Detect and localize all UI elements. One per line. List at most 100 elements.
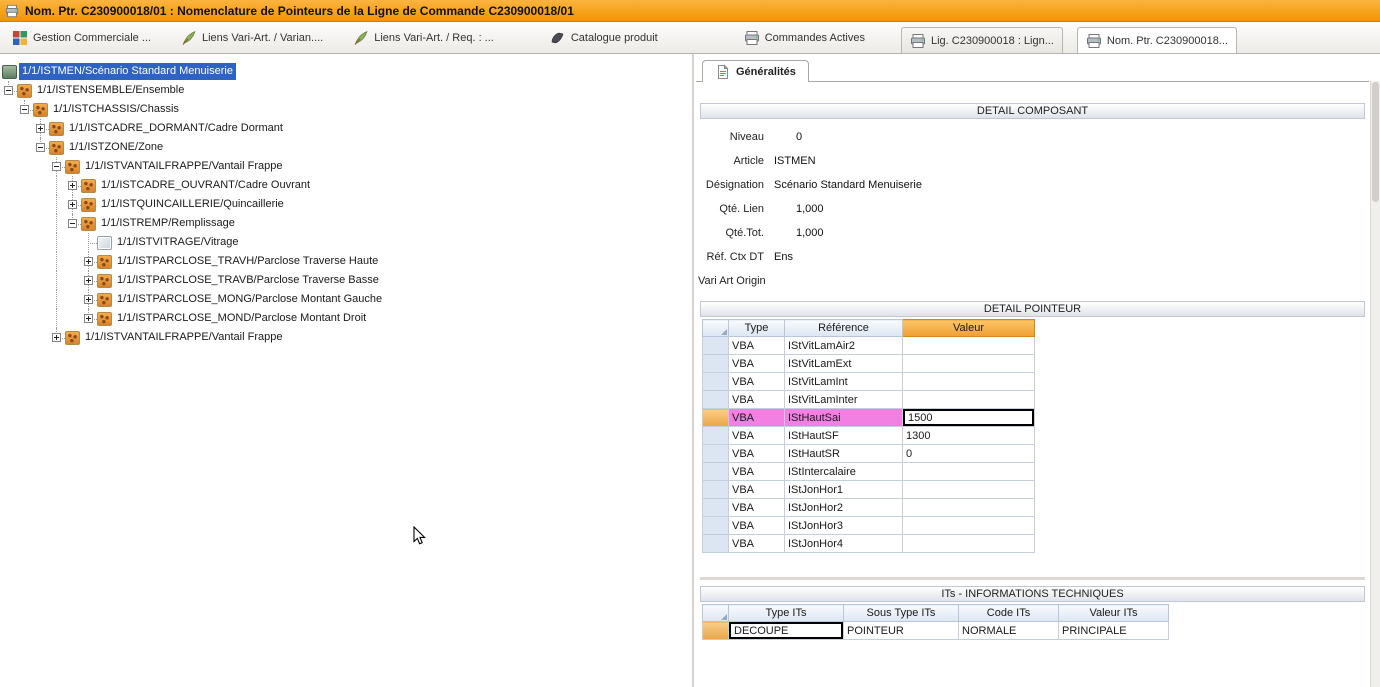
cell-type[interactable]: VBA (729, 391, 785, 409)
tree-item-label[interactable]: 1/1/ISTPARCLOSE_MOND/Parclose Montant Dr… (114, 310, 369, 327)
tree-item[interactable]: 1/1/ISTCHASSIS/Chassis (0, 100, 692, 119)
tree-item[interactable]: 1/1/ISTCADRE_DORMANT/Cadre Dormant (0, 119, 692, 138)
tree-item-label[interactable]: 1/1/ISTCADRE_OUVRANT/Cadre Ouvrant (98, 177, 313, 194)
tree-item[interactable]: 1/1/ISTVITRAGE/Vitrage (0, 233, 692, 252)
tree-item-label[interactable]: 1/1/ISTQUINCAILLERIE/Quincaillerie (98, 196, 287, 213)
collapse-icon[interactable] (4, 86, 13, 95)
row-selector[interactable] (703, 373, 729, 391)
expand-icon[interactable] (84, 295, 93, 304)
cell-reference[interactable]: IStJonHor4 (785, 535, 903, 553)
expand-icon[interactable] (36, 124, 45, 133)
cell-reference[interactable]: IStIntercalaire (785, 463, 903, 481)
row-selector[interactable] (703, 427, 729, 445)
tree-item[interactable]: 1/1/ISTZONE/Zone (0, 138, 692, 157)
its-column-header-1[interactable]: Type ITs (729, 605, 844, 622)
tree-item[interactable]: 1/1/ISTPARCLOSE_MOND/Parclose Montant Dr… (0, 309, 692, 328)
row-selector[interactable] (703, 445, 729, 463)
tree-item-label[interactable]: 1/1/ISTPARCLOSE_TRAVH/Parclose Traverse … (114, 253, 381, 270)
tree-item[interactable]: 1/1/ISTVANTAILFRAPPE/Vantail Frappe (0, 328, 692, 347)
pointer-row[interactable]: VBAIStVitLamInter (703, 391, 1035, 409)
its-cell[interactable]: DECOUPE (729, 622, 844, 640)
cell-valeur[interactable] (903, 517, 1035, 535)
its-cell[interactable]: POINTEUR (844, 622, 959, 640)
pointer-row[interactable]: VBAIStVitLamAir2 (703, 337, 1035, 355)
cell-type[interactable]: VBA (729, 481, 785, 499)
tab-1[interactable]: Gestion Commerciale ... (4, 26, 159, 50)
row-selector[interactable] (703, 481, 729, 499)
tree-item[interactable]: 1/1/ISTQUINCAILLERIE/Quincaillerie (0, 195, 692, 214)
cell-valeur[interactable] (903, 391, 1035, 409)
cell-reference[interactable]: IStHautSF (785, 427, 903, 445)
cell-reference[interactable]: IStJonHor3 (785, 517, 903, 535)
cell-reference[interactable]: IStJonHor1 (785, 481, 903, 499)
cell-reference[interactable]: IStVitLamAir2 (785, 337, 903, 355)
cell-reference[interactable]: IStVitLamExt (785, 355, 903, 373)
cell-type[interactable]: VBA (729, 499, 785, 517)
collapse-icon[interactable] (20, 105, 29, 114)
tab-7[interactable]: Nom. Ptr. C230900018... (1077, 27, 1237, 54)
tree-item-label[interactable]: 1/1/ISTZONE/Zone (66, 139, 166, 156)
tab-generalites[interactable]: Généralités (702, 60, 809, 82)
cell-reference[interactable]: IStJonHor2 (785, 499, 903, 517)
tree-item-label[interactable]: 1/1/ISTMEN/Scénario Standard Menuiserie (19, 63, 236, 80)
row-selector[interactable] (703, 622, 729, 640)
row-selector[interactable] (703, 409, 729, 427)
tree-item[interactable]: 1/1/ISTPARCLOSE_TRAVH/Parclose Traverse … (0, 252, 692, 271)
tree-item-label[interactable]: 1/1/ISTPARCLOSE_TRAVB/Parclose Traverse … (114, 272, 382, 289)
cell-valeur[interactable] (903, 535, 1035, 553)
cell-type[interactable]: VBA (729, 535, 785, 553)
cell-valeur[interactable] (903, 355, 1035, 373)
pointer-row[interactable]: VBAIStHautSR0 (703, 445, 1035, 463)
row-selector[interactable] (703, 499, 729, 517)
tree-item-label[interactable]: 1/1/ISTCADRE_DORMANT/Cadre Dormant (66, 120, 286, 137)
its-row[interactable]: DECOUPEPOINTEURNORMALEPRINCIPALE (703, 622, 1169, 640)
row-selector[interactable] (703, 535, 729, 553)
tree-item-label[interactable]: 1/1/ISTENSEMBLE/Ensemble (34, 82, 187, 99)
its-focused-cell[interactable]: DECOUPE (729, 622, 843, 639)
cell-reference[interactable]: IStHautSR (785, 445, 903, 463)
expand-icon[interactable] (84, 257, 93, 266)
tab-4[interactable]: Catalogue produit (542, 26, 666, 50)
tree-item[interactable]: 1/1/ISTCADRE_OUVRANT/Cadre Ouvrant (0, 176, 692, 195)
its-cell[interactable]: NORMALE (959, 622, 1059, 640)
cell-reference[interactable]: IStHautSai (785, 409, 903, 427)
its-cell[interactable]: PRINCIPALE (1059, 622, 1169, 640)
its-column-header-3[interactable]: Code ITs (959, 605, 1059, 622)
tree-item[interactable]: 1/1/ISTVANTAILFRAPPE/Vantail Frappe (0, 157, 692, 176)
expand-icon[interactable] (68, 200, 77, 209)
column-header-reference[interactable]: Référence (785, 320, 903, 337)
cell-valeur[interactable] (903, 481, 1035, 499)
tab-6[interactable]: Lig. C230900018 : Lign... (901, 27, 1063, 54)
expand-icon[interactable] (84, 276, 93, 285)
scrollbar-thumb[interactable] (1372, 82, 1379, 202)
collapse-icon[interactable] (36, 143, 45, 152)
cell-reference[interactable]: IStVitLamInter (785, 391, 903, 409)
pointer-row[interactable]: VBAIStHautSai1500 (703, 409, 1035, 427)
horizontal-splitter[interactable] (700, 577, 1365, 580)
value-edit-cell[interactable]: 1500 (903, 409, 1034, 426)
collapse-icon[interactable] (52, 162, 61, 171)
row-selector[interactable] (703, 517, 729, 535)
tree-item-label[interactable]: 1/1/ISTVANTAILFRAPPE/Vantail Frappe (82, 158, 285, 175)
select-all-header[interactable] (703, 605, 729, 622)
cell-type[interactable]: VBA (729, 373, 785, 391)
row-selector[interactable] (703, 337, 729, 355)
expand-icon[interactable] (84, 314, 93, 323)
pointer-row[interactable]: VBAIStVitLamInt (703, 373, 1035, 391)
expand-icon[interactable] (68, 181, 77, 190)
tree-item-label[interactable]: 1/1/ISTVANTAILFRAPPE/Vantail Frappe (82, 329, 285, 346)
tree-item[interactable]: 1/1/ISTREMP/Remplissage (0, 214, 692, 233)
tree-item-label[interactable]: 1/1/ISTREMP/Remplissage (98, 215, 238, 232)
cell-valeur[interactable] (903, 499, 1035, 517)
tab-5[interactable]: Commandes Actives (736, 26, 873, 50)
tree-item[interactable]: 1/1/ISTPARCLOSE_TRAVB/Parclose Traverse … (0, 271, 692, 290)
cell-valeur[interactable]: 0 (903, 445, 1035, 463)
pointer-row[interactable]: VBAIStVitLamExt (703, 355, 1035, 373)
pointer-row[interactable]: VBAIStJonHor1 (703, 481, 1035, 499)
row-selector[interactable] (703, 355, 729, 373)
tree-item[interactable]: 1/1/ISTMEN/Scénario Standard Menuiserie (0, 62, 692, 81)
cell-reference[interactable]: IStVitLamInt (785, 373, 903, 391)
its-column-header-4[interactable]: Valeur ITs (1059, 605, 1169, 622)
cell-type[interactable]: VBA (729, 355, 785, 373)
tree-item[interactable]: 1/1/ISTPARCLOSE_MONG/Parclose Montant Ga… (0, 290, 692, 309)
